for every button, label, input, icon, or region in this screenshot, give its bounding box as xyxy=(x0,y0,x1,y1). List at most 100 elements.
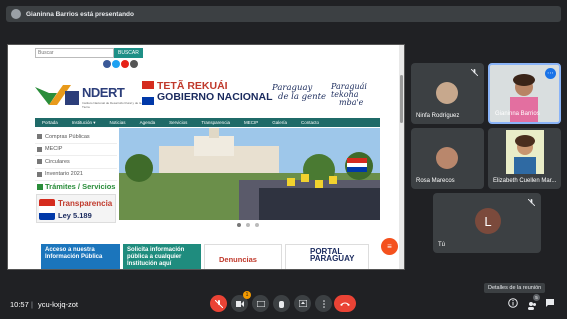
nav-item: Agenda xyxy=(139,120,156,125)
participant-tile[interactable]: Rosa Marecos xyxy=(411,128,484,189)
participant-name: Tú xyxy=(438,242,446,248)
tramites-label: Trámites / Servicios xyxy=(45,182,116,191)
carousel-dot xyxy=(246,223,250,227)
participant-tile[interactable]: Elizabeth Cuellen Mar... xyxy=(488,128,561,189)
site-search-row: BUSCAR xyxy=(35,48,143,58)
banner-line: Información Pública xyxy=(45,254,103,260)
document-icon xyxy=(37,159,42,165)
banner-line: Denuncias xyxy=(219,255,257,264)
building-icon xyxy=(37,146,42,152)
logo-subtitle: Instituto Nacional de Desarrollo Rural y… xyxy=(82,101,142,109)
gov-title: TETÃ REKUÁI GOBIERNO NACIONAL xyxy=(157,81,273,103)
transparency-title: Transparencia xyxy=(58,199,113,208)
participant-avatar xyxy=(436,147,458,169)
more-options-button[interactable] xyxy=(315,295,332,312)
banner-denuncias: Denuncias xyxy=(204,244,282,269)
participant-name: Elizabeth Cuellen Mar... xyxy=(493,178,557,184)
hang-up-icon xyxy=(340,302,350,306)
sidebar-item-label: Inventario 2021 xyxy=(45,171,83,178)
present-icon xyxy=(298,300,307,307)
mic-off-icon xyxy=(214,299,223,308)
banner-line: Institución aquí xyxy=(127,261,172,267)
camera-icon xyxy=(235,300,244,307)
presenter-bar: Gianinna Barrios está presentando xyxy=(6,6,561,22)
self-avatar: L xyxy=(475,208,501,234)
nav-item: Institución ▾ xyxy=(71,119,96,125)
participants-button[interactable]: 5 xyxy=(527,294,540,310)
menu-fab-icon: ≡ xyxy=(381,238,398,255)
logo-name: NDERT xyxy=(82,85,125,100)
participant-avatar xyxy=(436,82,458,104)
present-button[interactable] xyxy=(294,295,311,312)
screen-scrollbar-thumb xyxy=(400,75,403,123)
site-search-button: BUSCAR xyxy=(114,48,143,58)
control-bar: 10:57 | ycu-kxjq-zot 1 5 xyxy=(0,291,567,319)
banner-solicita: Solicita información pública a cualquier… xyxy=(123,244,201,269)
leave-call-button[interactable] xyxy=(334,295,356,312)
nav-item: Servicios xyxy=(169,120,188,125)
participant-name: Ninfa Rodríguez xyxy=(416,113,460,119)
nav-item: Noticias xyxy=(109,120,126,125)
site-search-input xyxy=(35,48,114,58)
email-icon xyxy=(130,60,138,68)
nav-item: MECIP xyxy=(243,120,259,125)
participant-name: Rosa Marecos xyxy=(416,178,455,184)
mic-toggle-button[interactable] xyxy=(210,295,227,312)
shared-screen: BUSCAR NDERT Instituto Nacional de Desar… xyxy=(7,44,405,270)
people-icon xyxy=(528,302,536,310)
nav-item: Contacto xyxy=(300,120,319,125)
sidebar-item-inventario: Inventario 2021 xyxy=(35,169,117,181)
screen-scrollbar xyxy=(399,45,404,269)
sidebar-item-compras: Compras Públicas xyxy=(35,131,117,144)
sidebar-item-mecip: MECIP xyxy=(35,144,117,156)
mic-off-icon xyxy=(528,199,535,206)
carousel-dots xyxy=(237,223,259,227)
indert-logo-icon xyxy=(35,85,79,105)
bottom-banners: Acceso a nuestra Información Pública Sol… xyxy=(41,244,381,269)
camera-toggle-button[interactable]: 1 xyxy=(231,291,251,312)
sidebar-item-circulares: Circulares xyxy=(35,156,117,169)
list-icon xyxy=(37,183,43,190)
gov-line2: GOBIERNO NACIONAL xyxy=(157,91,273,103)
hand-icon xyxy=(279,300,284,308)
truck-icon xyxy=(37,171,42,177)
banner-line: Acceso a nuestra xyxy=(45,247,95,253)
more-vert-icon xyxy=(322,299,325,308)
meeting-info-icon[interactable] xyxy=(508,298,518,308)
participant-video xyxy=(506,130,544,174)
more-options-icon[interactable]: ⋯ xyxy=(545,68,556,79)
banner-line: Solicita información xyxy=(127,247,185,253)
clock: 10:57 xyxy=(10,300,29,309)
chat-icon[interactable] xyxy=(545,298,555,308)
tramites-heading: Trámites / Servicios xyxy=(35,182,117,191)
participant-tile-presenter[interactable]: ⋯ Gianinna Barrios xyxy=(488,63,561,124)
participant-count-badge: 5 xyxy=(533,294,540,301)
news-carousel-photo xyxy=(119,128,380,220)
presenter-text: Gianinna Barrios está presentando xyxy=(26,10,135,18)
meeting-code: ycu-kxjq-zot xyxy=(38,300,79,309)
banner-line: pública a cualquier xyxy=(127,254,182,260)
nav-item: Galería xyxy=(272,120,287,125)
transparency-law: Ley 5.189 xyxy=(58,211,92,220)
separator: | xyxy=(31,300,33,309)
carousel-dot xyxy=(237,223,241,227)
slogan-guarani: Paraguái tekoha mba'e xyxy=(331,83,367,107)
banner-info-publica: Acceso a nuestra Información Pública xyxy=(41,244,120,269)
carousel-dot xyxy=(255,223,259,227)
sidebar-item-label: Circulares xyxy=(45,158,70,165)
participant-tile[interactable]: Ninfa Rodríguez xyxy=(411,63,484,124)
flag-icon xyxy=(39,199,55,220)
raise-hand-button[interactable] xyxy=(273,295,290,312)
cart-icon xyxy=(37,134,42,140)
banner-portal-paraguay: PORTAL PARAGUAY xyxy=(285,244,369,269)
participant-tile-self[interactable]: L Tú xyxy=(433,193,541,253)
captions-button[interactable] xyxy=(252,295,269,312)
facebook-icon xyxy=(103,60,111,68)
mic-off-icon xyxy=(471,69,478,76)
nav-item: Transparencia xyxy=(201,120,230,125)
sidebar-item-label: Compras Públicas xyxy=(45,133,90,140)
gov-shield-icon xyxy=(142,81,154,105)
alert-badge: 1 xyxy=(243,291,251,299)
captions-icon xyxy=(256,300,265,307)
transparency-banner: Transparencia Ley 5.189 xyxy=(36,194,116,223)
